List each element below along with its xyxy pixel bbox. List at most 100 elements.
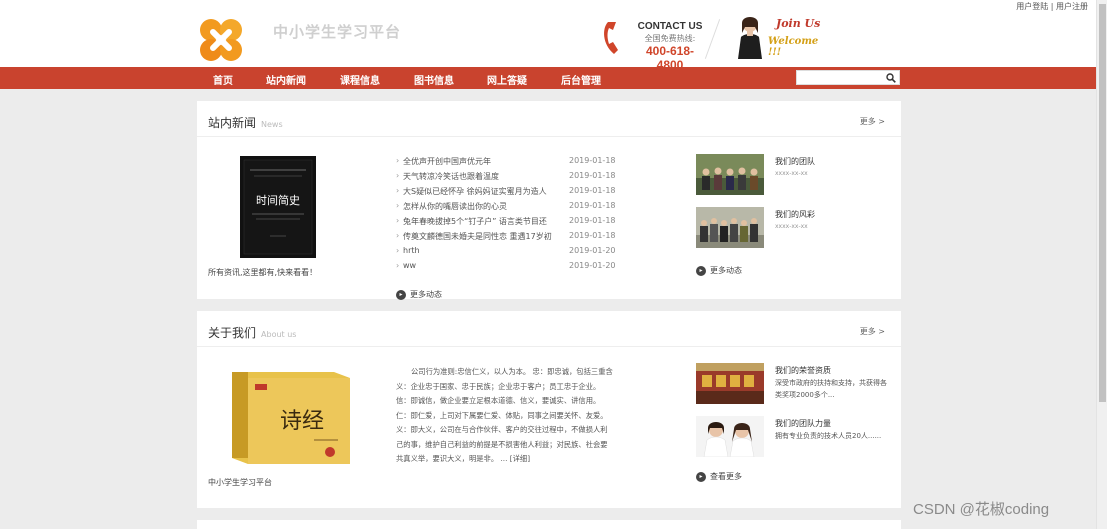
news-date: 2019-01-18 xyxy=(569,201,616,210)
about-book-image[interactable]: 诗经 xyxy=(222,364,359,471)
about-panel-header: 关于我们 About us 更多 > xyxy=(197,311,901,347)
side-item-desc: 拥有专业负责的技术人员20人...... xyxy=(775,432,882,440)
nav-item-news[interactable]: 站内新闻 xyxy=(266,72,306,87)
side-more-news-label: 更多动态 xyxy=(710,266,742,275)
side-item-date: xxxx-xx-xx xyxy=(775,223,808,230)
list-item[interactable]: › ww 2019-01-20 xyxy=(396,261,626,276)
news-date: 2019-01-20 xyxy=(569,261,616,270)
main-nav: 首页 站内新闻 课程信息 图书信息 网上答疑 后台管理 xyxy=(0,67,1096,89)
about-title-en: About us xyxy=(261,330,297,339)
side-item-date: xxxx-xx-xx xyxy=(775,170,808,177)
news-date: 2019-01-18 xyxy=(569,156,616,165)
join-us-block[interactable]: Join Us Welcome !!! xyxy=(768,17,828,58)
chevron-right-icon: › xyxy=(396,246,400,255)
side-item-name[interactable]: 我们的团队 xyxy=(775,156,815,167)
news-more-link[interactable]: 更多 > xyxy=(860,116,885,127)
more-news-label: 更多动态 xyxy=(410,290,442,299)
side-item-name[interactable]: 我们的荣誉资质 xyxy=(775,365,831,376)
nav-item-courses[interactable]: 课程信息 xyxy=(340,72,380,87)
list-item[interactable]: › 怎样从你的嘴唇读出你的心灵 2019-01-18 xyxy=(396,201,626,216)
about-description: 公司行为准则:忠信仁义，以人为本。 忠：即忠诚，包括三重含义：企业忠于国家、忠于… xyxy=(396,367,613,463)
news-book-image[interactable]: 时间简史 xyxy=(240,156,316,258)
arrow-circle-icon: ▸ xyxy=(696,471,706,482)
link-separator: | xyxy=(1050,2,1054,11)
news-title[interactable]: 兔年春晚拔掉5个“钉子户” 语言类节目还 xyxy=(403,216,547,227)
nav-item-qa[interactable]: 网上答疑 xyxy=(487,72,527,87)
more-news-link[interactable]: ▸ 更多动态 xyxy=(396,289,442,300)
login-link[interactable]: 用户登陆 xyxy=(1016,2,1048,11)
news-title[interactable]: 大S疑似已经怀孕 徐妈妈证实蜜月为造人 xyxy=(403,186,547,197)
about-title-zh: 关于我们 xyxy=(208,326,257,340)
team-photo xyxy=(696,154,764,195)
welcome-text: Welcome !!! xyxy=(768,36,819,58)
news-title[interactable]: hrth xyxy=(403,246,420,255)
honors-photo xyxy=(696,363,764,404)
register-link[interactable]: 用户注册 xyxy=(1056,2,1088,11)
search-input[interactable] xyxy=(797,71,883,84)
nav-item-admin[interactable]: 后台管理 xyxy=(561,72,601,87)
news-panel: 站内新闻 News 更多 > 时间简史 所有资讯,这里都有,快来看看！ › 全优声开… xyxy=(197,101,901,300)
about-book-title: 诗经 xyxy=(280,409,324,434)
staff-photo xyxy=(733,13,767,59)
news-title[interactable]: 传奠文麟德国未婚夫是同性恋 重遇17岁初 xyxy=(403,231,552,242)
site-logo[interactable] xyxy=(198,17,244,63)
side-item-name[interactable]: 我们的风彩 xyxy=(775,209,815,220)
nav-item-home[interactable]: 首页 xyxy=(213,72,233,87)
about-panel: 关于我们 About us 更多 > 诗经 中小学生学习平台 公司行为准则:忠信仁… xyxy=(197,311,901,508)
news-title[interactable]: 怎样从你的嘴唇读出你的心灵 xyxy=(403,201,507,212)
chevron-right-icon: › xyxy=(396,171,400,180)
side-item-desc: 深受市政府的扶持和支持，共获得各类奖项2000多个... xyxy=(775,379,887,399)
top-header: 用户登陆 | 用户注册 中小学生学习平台 CONTACT US 全国免费热线: … xyxy=(0,0,1096,72)
news-title[interactable]: ww xyxy=(403,261,416,270)
side-more-news-link[interactable]: ▸ 更多动态 xyxy=(696,265,742,276)
news-panel-header: 站内新闻 News 更多 > xyxy=(197,101,901,137)
join-us-text: Join Us xyxy=(776,17,821,30)
news-title[interactable]: 天气转凉冷笑话也跟着温度 xyxy=(403,171,499,182)
view-more-label: 查看更多 xyxy=(710,472,742,481)
news-date: 2019-01-18 xyxy=(569,171,616,180)
chevron-right-icon: › xyxy=(396,261,400,270)
list-item[interactable]: › hrth 2019-01-20 xyxy=(396,246,626,261)
news-date: 2019-01-18 xyxy=(569,216,616,225)
contact-subtitle: 全国免费热线: xyxy=(644,34,696,43)
about-panel-title: 关于我们 About us xyxy=(208,324,296,341)
chevron-right-icon: › xyxy=(396,216,400,225)
news-list: › 全优声开创中国声优元年 2019-01-18 › 天气转凉冷笑话也跟着温度 2019… xyxy=(396,156,626,276)
window-scrollbar[interactable] xyxy=(1096,0,1107,529)
news-caption: 所有资讯,这里都有,快来看看！ xyxy=(208,268,318,277)
scrollbar-thumb[interactable] xyxy=(1099,4,1106,402)
chevron-right-icon: › xyxy=(396,156,400,165)
search-icon[interactable] xyxy=(886,73,896,83)
phone-icon xyxy=(604,22,618,54)
side-item-name[interactable]: 我们的团队力量 xyxy=(775,418,831,429)
about-more-link[interactable]: 更多 > xyxy=(860,326,885,337)
search-box xyxy=(796,70,900,85)
news-date: 2019-01-18 xyxy=(569,231,616,240)
news-panel-title: 站内新闻 News xyxy=(208,114,283,131)
chevron-right-icon: › xyxy=(396,186,400,195)
list-item[interactable]: › 传奠文麟德国未婚夫是同性恋 重遇17岁初 2019-01-18 xyxy=(396,231,626,246)
list-item[interactable]: › 兔年春晚拔掉5个“钉子户” 语言类节目还 2019-01-18 xyxy=(396,216,626,231)
news-date: 2019-01-20 xyxy=(569,246,616,255)
arrow-circle-icon: ▸ xyxy=(396,289,406,300)
divider xyxy=(704,19,721,59)
news-title[interactable]: 全优声开创中国声优元年 xyxy=(403,156,491,167)
next-panel xyxy=(197,520,901,529)
group-photo xyxy=(696,207,764,248)
about-caption: 中小学生学习平台 xyxy=(208,478,272,487)
news-date: 2019-01-18 xyxy=(569,186,616,195)
list-item[interactable]: › 全优声开创中国声优元年 2019-01-18 xyxy=(396,156,626,171)
contact-block: CONTACT US 全国免费热线: 400-618-4800 xyxy=(634,21,706,72)
view-more-link[interactable]: ▸ 查看更多 xyxy=(696,471,742,482)
arrow-circle-icon: ▸ xyxy=(696,265,706,276)
chevron-right-icon: › xyxy=(396,231,400,240)
news-book-title: 时间简史 xyxy=(256,193,300,207)
list-item[interactable]: › 天气转凉冷笑话也跟着温度 2019-01-18 xyxy=(396,171,626,186)
list-item[interactable]: › 大S疑似已经怀孕 徐妈妈证实蜜月为造人 2019-01-18 xyxy=(396,186,626,201)
contact-title: CONTACT US xyxy=(637,21,703,32)
nav-item-books[interactable]: 图书信息 xyxy=(414,72,454,87)
chevron-right-icon: › xyxy=(396,201,400,210)
team-power-photo xyxy=(696,416,764,457)
news-title-zh: 站内新闻 xyxy=(208,116,257,130)
user-links: 用户登陆 | 用户注册 xyxy=(1016,1,1088,12)
